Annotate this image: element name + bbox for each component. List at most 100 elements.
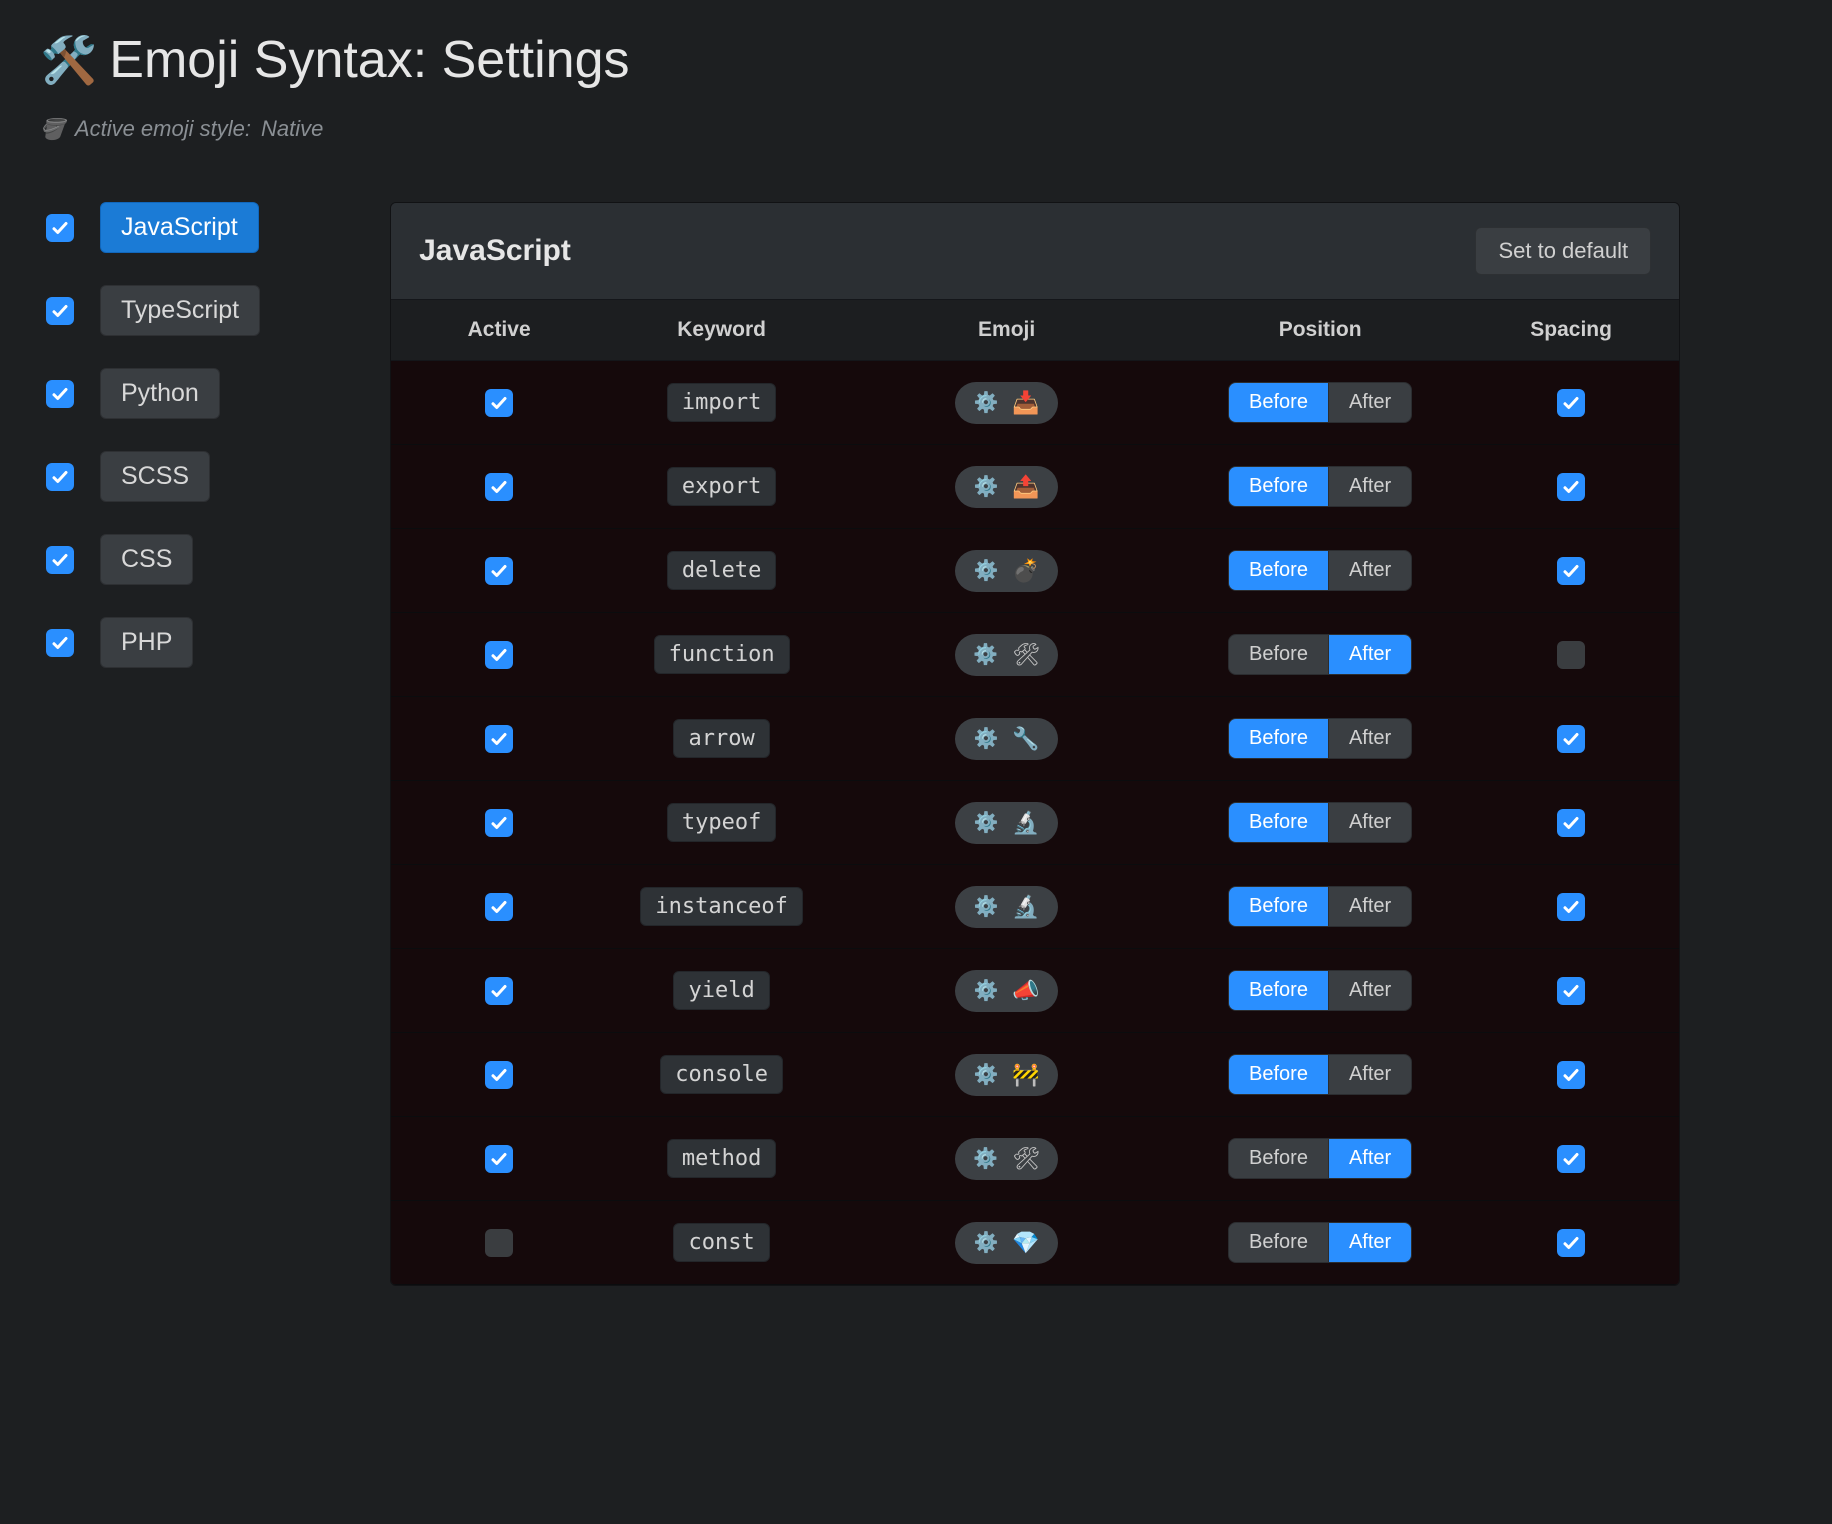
emoji-picker[interactable]: ⚙️🔬 <box>955 802 1057 844</box>
checkbox[interactable] <box>1557 1061 1585 1089</box>
checkbox[interactable] <box>485 1145 513 1173</box>
checkbox[interactable] <box>46 297 74 325</box>
checkbox[interactable] <box>46 463 74 491</box>
emoji-picker[interactable]: ⚙️💎 <box>955 1222 1057 1264</box>
position-before-button[interactable]: Before <box>1229 803 1328 842</box>
position-after-button[interactable]: After <box>1328 551 1411 590</box>
position-before-button[interactable]: Before <box>1229 467 1328 506</box>
checkbox[interactable] <box>485 893 513 921</box>
position-before-button[interactable]: Before <box>1229 719 1328 758</box>
position-after-button[interactable]: After <box>1328 1139 1411 1178</box>
position-after-button[interactable]: After <box>1328 383 1411 422</box>
keyword-text: export <box>682 474 761 499</box>
subtitle-row: 🪣 Active emoji style: Native <box>40 116 1792 142</box>
emoji-picker[interactable]: ⚙️🔧 <box>955 718 1057 760</box>
checkbox[interactable] <box>485 1061 513 1089</box>
position-before-button[interactable]: Before <box>1229 1223 1328 1262</box>
emoji-glyph: 🚧 <box>1012 1062 1039 1088</box>
checkbox[interactable] <box>485 725 513 753</box>
lang-tab-php[interactable]: PHP <box>100 617 193 668</box>
checkbox[interactable] <box>1557 893 1585 921</box>
emoji-picker[interactable]: ⚙️🛠 <box>955 1138 1058 1180</box>
lang-tab-label: Python <box>121 379 199 407</box>
position-toggle: Before After <box>1228 466 1412 507</box>
emoji-picker[interactable]: ⚙️💣 <box>955 550 1057 592</box>
checkbox[interactable] <box>1557 473 1585 501</box>
checkbox[interactable] <box>1557 977 1585 1005</box>
position-toggle: BeforeAfter <box>1228 1138 1412 1179</box>
emoji-picker[interactable]: ⚙️ 🔬 <box>955 886 1057 928</box>
checkbox[interactable] <box>485 809 513 837</box>
position-before-button[interactable]: Before <box>1229 1055 1328 1094</box>
position-after-button[interactable]: After <box>1328 719 1411 758</box>
position-before-label: Before <box>1249 643 1308 665</box>
emoji-picker[interactable]: ⚙️📤 <box>955 466 1057 508</box>
paint-bucket-icon: 🪣 <box>40 117 65 142</box>
checkbox[interactable] <box>1557 809 1585 837</box>
emoji-glyph: 🔬 <box>1012 894 1039 920</box>
position-after-label: After <box>1349 811 1391 833</box>
checkbox[interactable] <box>485 1229 513 1257</box>
emoji-picker[interactable]: ⚙️🚧 <box>955 1054 1057 1096</box>
set-to-default-button[interactable]: Set to default <box>1475 227 1651 275</box>
checkbox[interactable] <box>46 214 74 242</box>
position-toggle: Before After <box>1228 718 1412 759</box>
table-row: delete⚙️💣BeforeAfter <box>391 529 1679 613</box>
checkbox[interactable] <box>485 977 513 1005</box>
gear-icon: ⚙️ <box>973 894 998 919</box>
lang-tab-scss[interactable]: SCSS <box>100 451 210 502</box>
checkbox[interactable] <box>1557 557 1585 585</box>
checkbox[interactable] <box>46 546 74 574</box>
position-before-button[interactable]: Before <box>1229 971 1328 1010</box>
position-toggle: BeforeAfter <box>1228 1054 1412 1095</box>
keyword-text: function <box>669 642 775 667</box>
lang-tab-label: SCSS <box>121 462 189 490</box>
position-before-label: Before <box>1249 727 1308 749</box>
position-toggle: Before After <box>1228 886 1412 927</box>
lang-tab-css[interactable]: CSS <box>100 534 193 585</box>
position-after-button[interactable]: After <box>1328 887 1411 926</box>
position-before-button[interactable]: Before <box>1229 551 1328 590</box>
lang-tab-javascript[interactable]: JavaScript <box>100 202 259 253</box>
checkbox[interactable] <box>1557 1145 1585 1173</box>
position-before-label: Before <box>1249 475 1308 497</box>
table-row: import⚙️📥BeforeAfter <box>391 361 1679 445</box>
table-row: method⚙️🛠BeforeAfter <box>391 1117 1679 1201</box>
checkbox[interactable] <box>485 473 513 501</box>
position-after-button[interactable]: After <box>1328 467 1411 506</box>
position-before-button[interactable]: Before <box>1229 383 1328 422</box>
emoji-picker[interactable]: ⚙️🛠 <box>955 634 1058 676</box>
position-after-button[interactable]: After <box>1328 803 1411 842</box>
gear-icon: ⚙️ <box>973 1146 998 1171</box>
subtitle-style: Native <box>261 116 323 142</box>
checkbox[interactable] <box>46 380 74 408</box>
checkbox[interactable] <box>1557 389 1585 417</box>
position-after-button[interactable]: After <box>1328 971 1411 1010</box>
lang-tab-python[interactable]: Python <box>100 368 220 419</box>
position-before-button[interactable]: Before <box>1229 887 1328 926</box>
col-position: Position <box>1149 318 1491 342</box>
position-after-button[interactable]: After <box>1328 635 1411 674</box>
position-before-button[interactable]: Before <box>1229 1139 1328 1178</box>
position-after-label: After <box>1349 895 1391 917</box>
checkbox[interactable] <box>46 629 74 657</box>
position-toggle: Before After <box>1228 634 1412 675</box>
table-row: export ⚙️📤 Before After <box>391 445 1679 529</box>
position-after-button[interactable]: After <box>1328 1055 1411 1094</box>
checkbox[interactable] <box>1557 1229 1585 1257</box>
checkbox[interactable] <box>1557 725 1585 753</box>
emoji-picker[interactable]: ⚙️📥 <box>955 382 1057 424</box>
lang-tab-typescript[interactable]: TypeScript <box>100 285 260 336</box>
table-row: instanceof⚙️🔬BeforeAfter <box>391 865 1679 949</box>
position-before-button[interactable]: Before <box>1229 635 1328 674</box>
checkbox[interactable] <box>485 557 513 585</box>
position-after-button[interactable]: After <box>1328 1223 1411 1262</box>
position-before-label: Before <box>1249 391 1308 413</box>
position-after-label: After <box>1349 727 1391 749</box>
checkbox[interactable] <box>1557 641 1585 669</box>
emoji-glyph: 📤 <box>1012 474 1039 500</box>
checkbox[interactable] <box>485 641 513 669</box>
emoji-picker[interactable]: ⚙️📣 <box>955 970 1057 1012</box>
checkbox[interactable] <box>485 389 513 417</box>
emoji-glyph: 🛠 <box>1012 642 1040 668</box>
